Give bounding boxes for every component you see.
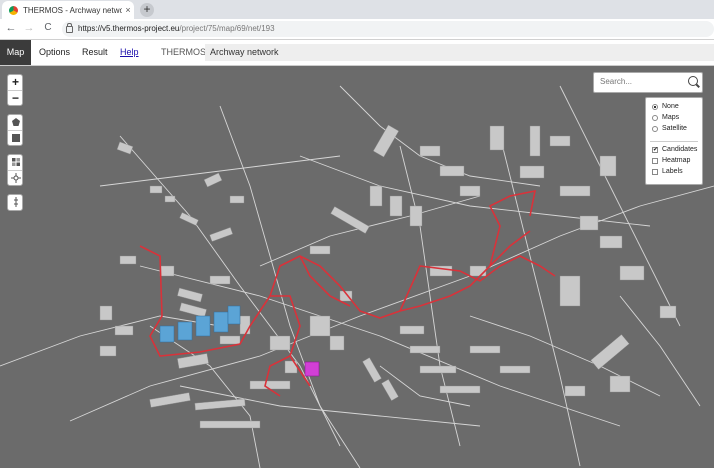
zoom-in-button[interactable]: + xyxy=(8,75,23,90)
tab-close-icon[interactable]: × xyxy=(122,5,134,15)
radio-maps[interactable] xyxy=(652,114,658,121)
overlay-option-heatmap[interactable]: Heatmap xyxy=(652,157,690,164)
rectangle-icon xyxy=(11,134,20,142)
project-name-field[interactable]: Archway network xyxy=(205,44,714,61)
basemap-option-maps[interactable]: Maps xyxy=(652,114,679,121)
tab-result[interactable]: Result xyxy=(82,40,108,65)
basemap-option-none[interactable]: None xyxy=(652,103,679,110)
measure-control xyxy=(7,194,23,211)
crosshair-icon xyxy=(10,173,21,183)
forward-button[interactable]: → xyxy=(23,22,35,34)
overlay-label-heatmap: Heatmap xyxy=(662,157,691,164)
layer-tools-control xyxy=(7,154,23,186)
map-canvas[interactable]: + − Search... None Maps Satellite ✔ Cand… xyxy=(0,66,714,468)
browser-tab-strip: THERMOS - Archway network × + xyxy=(0,0,714,19)
url-field[interactable]: https://v5.thermos-project.eu/project/75… xyxy=(62,21,714,37)
browser-tab-title: THERMOS - Archway network xyxy=(23,5,122,15)
measure-button[interactable] xyxy=(8,195,23,210)
search-icon[interactable] xyxy=(688,76,698,86)
reload-button[interactable]: C xyxy=(42,22,54,33)
radio-none[interactable] xyxy=(652,103,658,110)
ruler-icon xyxy=(13,197,18,207)
basemap-label-satellite: Satellite xyxy=(662,125,687,132)
layer-selector-panel: None Maps Satellite ✔ Candidates Heatmap… xyxy=(645,97,703,185)
new-tab-button[interactable]: + xyxy=(140,3,154,17)
browser-tab[interactable]: THERMOS - Archway network × xyxy=(2,1,134,19)
basemap-label-maps: Maps xyxy=(662,114,680,121)
road-network xyxy=(0,85,714,468)
draw-polygon-button[interactable] xyxy=(8,115,23,130)
buildings-layer xyxy=(99,124,677,429)
zoom-out-button[interactable]: − xyxy=(8,91,23,106)
overlay-label-candidates: Candidates xyxy=(662,146,698,153)
draw-control xyxy=(7,114,23,146)
checkbox-candidates[interactable]: ✔ xyxy=(652,146,658,153)
brand-label: THERMOS xyxy=(161,47,206,57)
radio-satellite[interactable] xyxy=(652,125,658,132)
chrome-favicon-icon xyxy=(9,5,18,15)
checkbox-heatmap[interactable] xyxy=(652,157,658,164)
supply-point xyxy=(304,361,320,377)
layers-divider xyxy=(650,141,698,142)
overlay-label-labels: Labels xyxy=(662,168,683,175)
tab-map[interactable]: Map xyxy=(0,40,31,65)
address-bar: ← → C https://v5.thermos-project.eu/proj… xyxy=(0,19,714,40)
app-header: Map Options Result Help THERMOS Archway … xyxy=(0,40,714,66)
basemap-option-satellite[interactable]: Satellite xyxy=(652,125,687,132)
overlay-option-candidates[interactable]: ✔ Candidates xyxy=(652,146,697,153)
search-placeholder: Search... xyxy=(600,77,633,86)
basemap-label-none: None xyxy=(662,103,679,110)
lock-icon xyxy=(66,23,73,33)
tab-help[interactable]: Help xyxy=(120,40,139,65)
overlay-option-labels[interactable]: Labels xyxy=(652,168,683,175)
draw-rectangle-button[interactable] xyxy=(8,131,23,146)
locate-button[interactable] xyxy=(8,171,23,186)
back-button[interactable]: ← xyxy=(5,22,17,34)
zoom-control: + − xyxy=(7,74,23,106)
polygon-icon xyxy=(11,118,20,126)
tab-options[interactable]: Options xyxy=(39,40,70,65)
checkbox-labels[interactable] xyxy=(652,168,658,175)
map-search-box[interactable]: Search... xyxy=(593,72,703,93)
map-svg[interactable] xyxy=(0,66,714,468)
url-host: https://v5.thermos-project.eu xyxy=(78,24,180,33)
grid-icon xyxy=(11,158,20,166)
grid-select-button[interactable] xyxy=(8,155,23,170)
url-path: /project/75/map/69/net/193 xyxy=(179,24,275,33)
